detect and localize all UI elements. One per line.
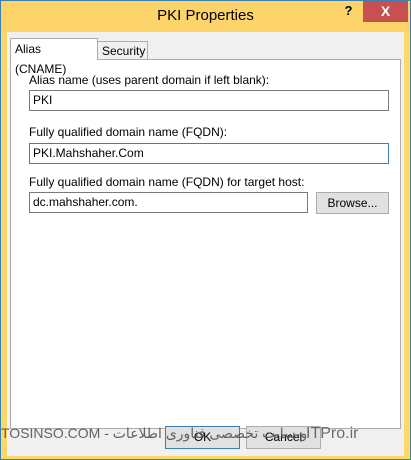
alias-name-input[interactable]: PKI — [29, 90, 389, 111]
browse-button[interactable]: Browse... — [316, 192, 389, 214]
dialog-window: PKI Properties ? X Alias (CNAME) Securit… — [0, 0, 411, 460]
dialog-client-area: Alias (CNAME) Security Alias name (uses … — [7, 32, 404, 456]
watermark-right: ITPro.ir — [306, 425, 359, 442]
watermark-left: TOSINSO.COM - وبسایت تخصصی فناوری اطلاعا… — [1, 425, 308, 441]
tab-security[interactable]: Security — [97, 41, 148, 60]
help-button[interactable]: ? — [335, 1, 362, 21]
target-host-input[interactable]: dc.mahshaher.com. — [29, 192, 308, 213]
close-button[interactable]: X — [363, 1, 408, 22]
fqdn-input[interactable]: PKI.Mahshaher.Com — [29, 143, 389, 164]
tab-alias-cname[interactable]: Alias (CNAME) — [10, 38, 98, 76]
target-host-label: Fully qualified domain name (FQDN) for t… — [29, 175, 305, 189]
title-bar[interactable]: PKI Properties ? X — [1, 1, 410, 32]
alias-tab-panel: Alias name (uses parent domain if left b… — [10, 59, 401, 429]
fqdn-label: Fully qualified domain name (FQDN): — [29, 125, 228, 139]
